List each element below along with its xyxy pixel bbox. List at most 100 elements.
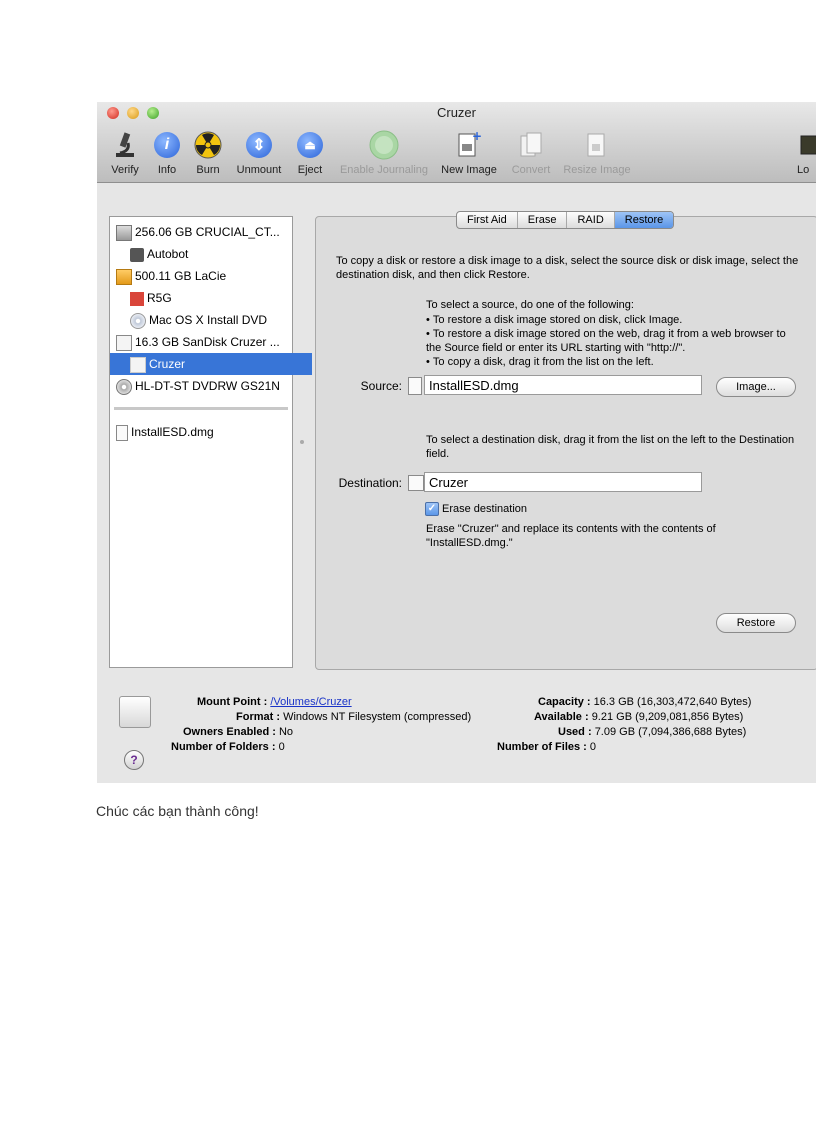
used-value: 7.09 GB (7,094,386,688 Bytes) [594,726,747,738]
capacity-value: 16.3 GB (16,303,472,640 Bytes) [593,696,752,708]
erase-destination-checkbox[interactable]: ✓ [425,502,439,516]
number-of-files-row: Number of Files : 0 [497,741,596,753]
disk-utility-window: Cruzer Verify i Info Burn ⇕ Unmount ⏏ Ej… [97,102,816,783]
toolbar-label: Resize Image [563,164,631,176]
toolbar-log-button[interactable]: Lo [797,130,816,176]
sidebar-item-label: R5G [147,291,172,305]
dmg-file-icon [116,424,128,441]
source-help-item-text: To restore a disk image stored on disk, … [432,314,683,326]
restore-panel: First Aid Erase RAID Restore To copy a d… [315,211,816,670]
erase-note-text: Erase "Cruzer" and replace its contents … [426,523,716,549]
sidebar-item-autobot[interactable]: Autobot [110,243,312,265]
toolbar-verify-button[interactable]: Verify [105,130,145,176]
restore-intro-text: To copy a disk or restore a disk image t… [336,255,799,281]
source-help-item: • To restore a disk image stored on disk… [426,314,683,326]
image-button[interactable]: Image... [716,377,796,397]
resize-image-icon [582,130,612,160]
dvd-drive-icon [116,378,132,395]
convert-icon [516,130,546,160]
tab-raid[interactable]: RAID [567,212,615,228]
toolbar-new-image-button[interactable]: + New Image [439,130,499,176]
owners-enabled-label: Owners Enabled : [183,726,276,738]
microscope-icon [110,130,140,160]
volume-icon [130,356,146,373]
splitter-handle[interactable] [300,440,304,444]
sidebar-divider [114,407,288,410]
sidebar-item-dvd-drive[interactable]: HL-DT-ST DVDRW GS21N [110,375,298,397]
toolbar-label: Convert [511,164,551,176]
toolbar-enable-journaling-button[interactable]: Enable Journaling [335,130,433,176]
toolbar-label: Info [157,164,177,176]
source-help-item: • To copy a disk, drag it from the list … [426,356,654,368]
available-value: 9.21 GB (9,209,081,856 Bytes) [591,711,744,723]
sidebar-item-label: Mac OS X Install DVD [149,313,268,327]
burn-radiation-icon [193,130,223,160]
sidebar-item-label: InstallESD.dmg [131,425,214,439]
erase-destination-label: Erase destination [442,503,527,515]
help-button[interactable]: ? [124,750,144,770]
sidebar-item-label: 500.11 GB LaCie [135,269,227,283]
disk-list-sidebar: 256.06 GB CRUCIAL_CT... Autobot 500.11 G… [109,216,312,668]
toolbar-label: Eject [297,164,323,176]
source-help-title: To select a source, do one of the follow… [426,299,634,311]
info-icon: i [154,132,180,158]
toolbar-convert-button[interactable]: Convert [507,130,555,176]
owners-enabled-value: No [278,726,294,738]
source-field[interactable]: InstallESD.dmg [424,375,702,395]
destination-label: Destination: [338,476,402,490]
source-file-icon [408,377,422,395]
sidebar-item-sandisk[interactable]: 16.3 GB SanDisk Cruzer ... [110,331,298,353]
tab-restore[interactable]: Restore [614,212,674,228]
toolbar-resize-image-button[interactable]: Resize Image [559,130,635,176]
tab-erase[interactable]: Erase [518,212,568,228]
used-label: Used : [558,726,592,738]
restore-button[interactable]: Restore [716,613,796,633]
toolbar-info-button[interactable]: i Info [149,130,185,176]
destination-disk-icon [408,475,424,491]
usb-disk-icon [116,334,132,351]
unmount-icon: ⇕ [246,132,272,158]
format-label: Format : [236,711,280,723]
tab-first-aid[interactable]: First Aid [457,212,518,228]
sidebar-item-lacie[interactable]: 500.11 GB LaCie [110,265,298,287]
sidebar-item-cruzer[interactable]: Cruzer [110,353,312,375]
used-row: Used : 7.09 GB (7,094,386,688 Bytes) [558,726,746,738]
format-value: Windows NT Filesystem (compressed) [283,711,472,723]
source-label: Source: [360,379,402,393]
source-help-item-text: To restore a disk image stored on the we… [426,328,786,354]
install-dvd-icon [130,312,146,329]
title-bar: Cruzer Verify i Info Burn ⇕ Unmount ⏏ Ej… [97,102,816,183]
r5g-volume-icon [130,291,144,306]
destination-field[interactable]: Cruzer [424,472,702,492]
sidebar-item-crucial[interactable]: 256.06 GB CRUCIAL_CT... [110,221,298,243]
new-image-icon: + [454,130,484,160]
sidebar-item-installesd[interactable]: InstallESD.dmg [110,421,298,443]
mount-point-row: Mount Point : /Volumes/Cruzer [197,696,352,708]
autobot-volume-icon [130,247,144,262]
eject-icon: ⏏ [297,132,323,158]
mount-point-link[interactable]: /Volumes/Cruzer [270,696,351,708]
available-row: Available : 9.21 GB (9,209,081,856 Bytes… [534,711,743,723]
mount-point-label: Mount Point : [197,696,268,708]
number-of-folders-label: Number of Folders : [171,741,276,753]
capacity-label: Capacity : [538,696,591,708]
toolbar-unmount-button[interactable]: ⇕ Unmount [231,130,287,176]
number-of-files-label: Number of Files : [497,741,587,753]
sidebar-item-label: Autobot [147,247,189,261]
toolbar-eject-button[interactable]: ⏏ Eject [293,130,327,176]
sidebar-item-label: 16.3 GB SanDisk Cruzer ... [135,335,280,349]
svg-text:+: + [472,130,482,143]
capacity-row: Capacity : 16.3 GB (16,303,472,640 Bytes… [538,696,751,708]
format-row: Format : Windows NT Filesystem (compress… [236,711,471,723]
source-help-item-text: To copy a disk, drag it from the list on… [432,356,654,368]
sidebar-item-install-dvd[interactable]: Mac OS X Install DVD [110,309,312,331]
window-title: Cruzer [436,105,476,120]
sidebar-item-r5g[interactable]: R5G [110,287,312,309]
toolbar-label: New Image [441,164,497,176]
disk-info-icon [119,696,151,728]
number-of-files-value: 0 [589,741,597,753]
tab-bar: First Aid Erase RAID Restore [456,211,675,229]
toolbar-burn-button[interactable]: Burn [189,130,227,176]
destination-help-text: To select a destination disk, drag it fr… [426,434,795,460]
number-of-folders-row: Number of Folders : 0 [171,741,285,753]
